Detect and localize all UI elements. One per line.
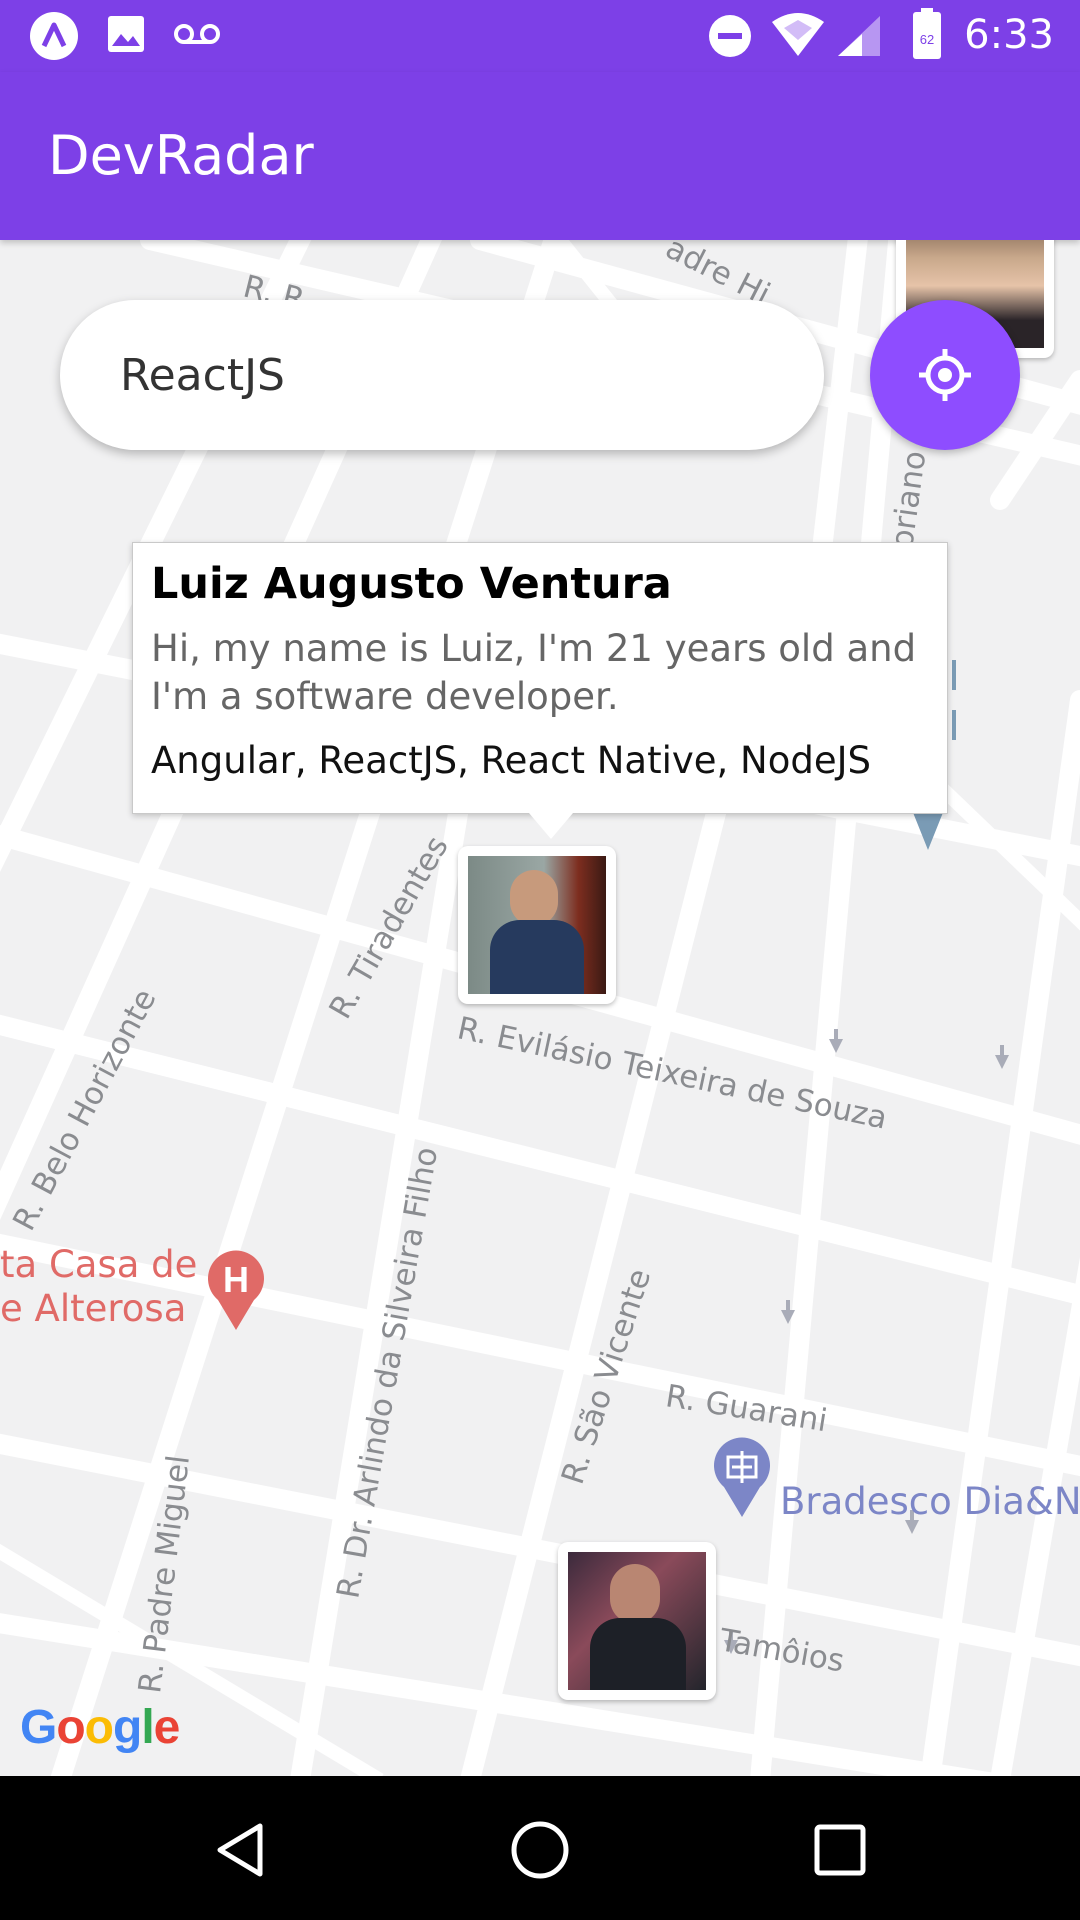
dev-marker-bottom[interactable] [558, 1542, 716, 1700]
system-nav-bar [0, 1776, 1080, 1920]
voicemail-icon [174, 24, 220, 44]
cell-signal-icon [838, 16, 880, 56]
bank-pin-icon[interactable] [712, 1435, 772, 1519]
search-input[interactable] [60, 300, 824, 450]
battery-icon: 62 [913, 8, 941, 59]
callout-pointer [529, 813, 573, 839]
dev-name: Luiz Augusto Ventura [151, 559, 672, 609]
hospital-label: ta Casa de e Alterosa [0, 1243, 197, 1332]
status-bar: 62 6:33 [0, 0, 1080, 72]
clock: 6:33 [964, 12, 1054, 58]
dev-techs: Angular, ReactJS, React Native, NodeJS [151, 739, 872, 783]
recents-icon [814, 1824, 866, 1876]
map-view[interactable]: adre Hi R. R oriano R. Tiradentes R. Evi… [0, 240, 1080, 1776]
app-title: DevRadar [48, 124, 314, 187]
avatar [468, 856, 606, 994]
hospital-pin-icon[interactable]: H [206, 1248, 266, 1332]
do-not-disturb-icon [709, 15, 751, 57]
dev-bio: Hi, my name is Luiz, I'm 21 years old an… [151, 627, 917, 719]
bank-label: Bradesco Dia&N [780, 1480, 1080, 1523]
hospital-label-line1: ta Casa de [0, 1243, 198, 1286]
back-icon [217, 1823, 263, 1877]
battery-level: 62 [920, 32, 934, 47]
dev-marker-luiz[interactable] [458, 846, 616, 1004]
avatar [568, 1552, 706, 1690]
dev-callout[interactable]: Luiz Augusto Ventura Hi, my name is Luiz… [132, 542, 948, 839]
home-icon [511, 1821, 569, 1879]
google-logo: Google [20, 1701, 180, 1754]
wifi-icon [772, 13, 824, 56]
back-button[interactable] [200, 1810, 280, 1890]
hospital-label-line2: e Alterosa [0, 1287, 187, 1331]
recents-button[interactable] [800, 1810, 880, 1890]
app-bar: DevRadar [0, 72, 1080, 240]
home-button[interactable] [500, 1810, 580, 1890]
image-icon [108, 16, 144, 52]
locate-button[interactable] [870, 300, 1020, 450]
svg-text:H: H [223, 1259, 249, 1300]
gps-crosshair-icon [919, 349, 971, 401]
app-launcher-icon [30, 12, 78, 60]
